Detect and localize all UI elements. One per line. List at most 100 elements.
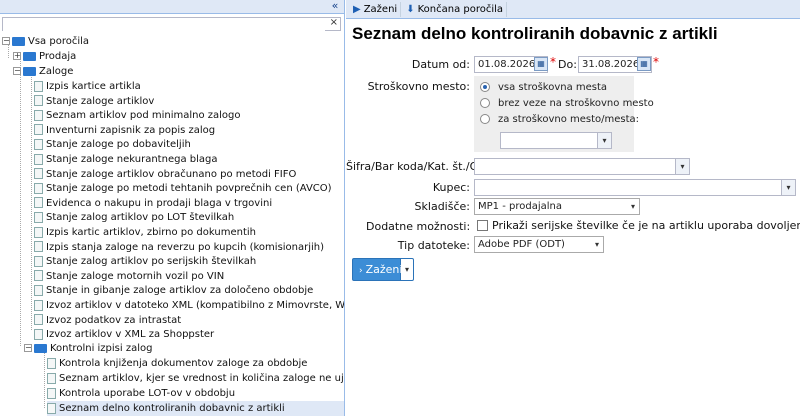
run-report-button[interactable]: › Zaženi [352,258,402,281]
tree-node-zaloge[interactable]: − Zaloge [13,64,73,79]
cost-center-option-all[interactable]: vsa stroškovna mesta [480,80,607,95]
radio-icon[interactable] [480,114,490,124]
tree-node-kontrolni[interactable]: − Kontrolni izpisi zalog [24,341,152,356]
tree-item-report[interactable]: Stanje in gibanje zaloge artiklov za dol… [34,283,313,298]
collapse-icon[interactable]: − [2,37,10,45]
finished-reports-label: Končana poročila [417,3,504,15]
tree-item-report[interactable]: Izvoz podatkov za intrastat [34,313,181,328]
run-options-dropdown[interactable]: ▾ [401,258,414,281]
tree-item-report[interactable]: Kontrola uporabe LOT-ov v obdobju [47,386,235,401]
cost-center-select[interactable]: ▾ [500,132,612,149]
tree-item-report[interactable]: Stanje zaloge artiklov [34,94,154,109]
tree-item-label: Izpis kartice artikla [46,81,141,92]
chevron-down-icon[interactable]: ▾ [781,180,795,195]
tree-node-prodaja[interactable]: + Prodaja [13,49,76,64]
radio-checked-icon[interactable] [480,82,490,92]
collapse-panel-icon[interactable]: « [328,0,342,13]
radio-label: vsa stroškovna mesta [498,82,608,93]
customer-combo[interactable]: ▾ [474,179,796,196]
tree-item-report[interactable]: Stanje zaloge artiklov obračunano po met… [34,167,296,182]
cost-center-option-specific[interactable]: za stroškovno mesto/mesta: [480,112,639,127]
clear-search-icon[interactable]: × [330,17,338,28]
chevron-down-icon[interactable]: ▾ [597,133,611,148]
radio-icon[interactable] [480,98,490,108]
expand-icon[interactable]: + [13,52,21,60]
app-window: « × − Vsa poročila + Prodaja − Zaloge − Kont [0,0,800,416]
tree-item-report-selected[interactable]: Seznam delno kontroliranih dobavnic z ar… [47,401,344,416]
finished-reports-button[interactable]: ⬇ Končana poročila [403,1,508,17]
cost-center-label: Stroškovno mesto: [367,80,470,93]
tree-item-report[interactable]: Stanje zaloge po metodi tehtanih povpreč… [34,181,332,196]
article-combo[interactable]: ▾ [474,158,690,175]
cost-center-group: vsa stroškovna mesta brez veze na strošk… [474,76,654,152]
report-icon [34,211,43,223]
tree-item-label: Kontrola uporabe LOT-ov v obdobju [59,388,236,399]
tree-item-report[interactable]: Stanje zaloge motornih vozil po VIN [34,269,224,284]
collapse-icon[interactable]: − [13,67,21,75]
filetype-label: Tip datoteke: [397,239,470,252]
run-toolbar-button[interactable]: ▶ Zaženi [350,1,402,17]
tree-item-label: Izvoz podatkov za intrastat [46,314,182,326]
report-icon [34,255,43,267]
calendar-icon[interactable]: ▦ [637,57,651,71]
tree-item-report[interactable]: Inventurni zapisnik za popis zalog [34,123,215,138]
tree-item-report[interactable]: Kontrola knjiženja dokumentov zaloge za … [47,356,307,371]
filetype-value: Adobe PDF (ODT) [478,239,565,250]
tree-item-report[interactable]: Izvoz artiklov v XML za Shoppster [34,327,214,342]
toolbar: ▶ Zaženi ⬇ Končana poročila [346,0,800,19]
radio-label: za stroškovno mesto/mesta: [498,114,640,125]
tree-item-label: Stanje zaloge motornih vozil po VIN [46,270,225,282]
tree-item-label: Stanje zaloge nekurantnega blaga [46,154,218,165]
report-icon [34,284,43,296]
tree-item-report[interactable]: Evidenca o nakupu in prodaji blaga v trg… [34,196,272,211]
folder-open-icon [34,343,47,353]
play-icon: ▶ [353,3,361,15]
warehouse-select[interactable]: MP1 - prodajalna ▾ [474,198,640,215]
tree-node-root[interactable]: − Vsa poročila [2,34,89,49]
report-icon [47,387,56,399]
tree-item-label: Seznam artiklov, kjer se vrednost in kol… [59,373,344,384]
tree-search-input[interactable] [3,19,325,32]
report-icon [34,153,43,165]
chevron-down-icon[interactable]: ▾ [675,159,689,174]
tree-item-label: Kontrola knjiženja dokumentov zaloge za … [59,358,308,369]
tree-item-report[interactable]: Izpis kartic artiklov, zbirno po dokumen… [34,225,256,240]
serial-numbers-checkbox-label: Prikaži serijske številke če je na artik… [492,219,800,232]
tree-item-label: Stanje zalog artiklov po LOT številkah [46,212,235,224]
tree-item-label: Stanje zaloge artiklov [46,95,155,107]
report-icon [34,182,43,194]
tree-node-label: Vsa poročila [28,36,90,47]
tree-item-report[interactable]: Izvoz artiklov v datoteko XML (kompatibi… [34,298,344,313]
extra-options-label: Dodatne možnosti: [366,220,471,233]
customer-label: Kupec: [432,181,470,194]
chevron-down-icon: ▾ [630,202,635,211]
tree-item-report[interactable]: Izpis kartice artikla [34,79,141,94]
serial-numbers-checkbox[interactable] [477,220,488,231]
page-title: Seznam delno kontroliranih dobavnic z ar… [352,24,718,43]
cost-center-option-none[interactable]: brez veze na stroškovno mesto [480,96,654,111]
run-toolbar-label: Zaženi [363,3,398,15]
report-icon [34,80,43,92]
report-icon [34,299,43,311]
collapse-icon[interactable]: − [24,344,32,352]
tree-item-report[interactable]: Seznam artiklov pod minimalno zalogo [34,108,241,123]
tree-item-report[interactable]: Izpis stanja zaloge na reverzu po kupcih… [34,240,324,255]
tree-item-label: Izvoz artiklov v datoteko XML (kompatibi… [46,300,344,311]
folder-open-icon [12,36,25,46]
tree-item-report[interactable]: Stanje zalog artiklov po serijskih števi… [34,254,256,269]
report-icon [34,138,43,150]
filetype-select[interactable]: Adobe PDF (ODT) ▾ [474,236,604,253]
tree-item-report[interactable]: Stanje zaloge po dobaviteljih [34,137,191,152]
tree-item-report[interactable]: Stanje zaloge nekurantnega blaga [34,152,217,167]
calendar-icon[interactable]: ▦ [534,57,548,71]
warehouse-value: MP1 - prodajalna [478,201,562,212]
report-tree: − Vsa poročila + Prodaja − Zaloge − Kontroln… [0,34,344,416]
tree-item-label: Seznam artiklov pod minimalno zalogo [46,110,241,122]
article-label: Šifra/Bar koda/Kat. št./Opis: [346,160,498,173]
tree-item-label: Stanje zaloge po metodi tehtanih povpreč… [46,183,332,195]
report-icon [34,270,43,282]
tree-item-label: Izpis kartic artiklov, zbirno po dokumen… [46,227,256,238]
tree-item-report[interactable]: Stanje zalog artiklov po LOT številkah [34,210,234,225]
tree-item-label: Stanje zalog artiklov po serijskih števi… [46,256,257,268]
tree-item-report[interactable]: Seznam artiklov, kjer se vrednost in kol… [47,371,344,386]
